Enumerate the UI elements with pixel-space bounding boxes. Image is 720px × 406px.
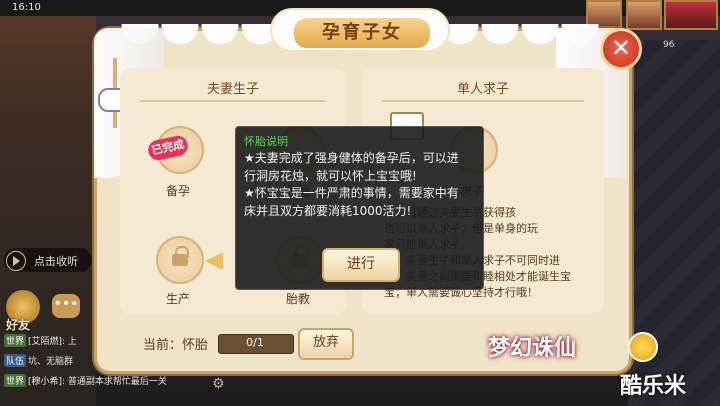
tooltip-line: 行洞房花烛，就可以怀上宝宝哦!	[244, 168, 417, 183]
tooltip-title: 怀胎说明	[244, 135, 288, 148]
current-stage-label: 当前：怀胎	[143, 334, 208, 353]
target-avatar[interactable]	[664, 0, 718, 30]
prenatal-education-label: 胎教	[286, 292, 311, 306]
close-icon[interactable]: ✕	[611, 34, 631, 62]
dialog-title: 孕育子女	[292, 16, 432, 50]
current-stage-value: 怀胎	[182, 338, 209, 353]
chat-text: 坑、无脑群	[28, 357, 74, 367]
childbirth-label: 生产	[166, 292, 191, 306]
chat-line: 世界 [艾陌燃]: 上	[4, 334, 77, 347]
tooltip-line: ★怀宝宝是一件严肃的事情，需要家中有	[244, 186, 459, 200]
divider	[382, 100, 584, 102]
chat-channel-tag: 世界	[4, 334, 27, 347]
settings-gear-icon[interactable]: ⚙	[212, 376, 225, 392]
click-collect-label: 点击收听	[34, 255, 78, 268]
brand-logo-icon	[628, 332, 658, 362]
progress-text: 0/1	[246, 336, 264, 349]
friends-label[interactable]: 好友	[6, 316, 30, 333]
lock-icon	[172, 246, 189, 266]
game-logo: 梦幻诛仙	[488, 335, 577, 361]
level-number: 96	[663, 40, 675, 50]
single-section-title: 单人求子	[456, 82, 509, 97]
tooltip-line: ★夫妻完成了强身健体的备孕后，可以进	[244, 151, 459, 165]
chat-bubble-icon[interactable]: •••	[52, 294, 80, 318]
arrow-left-icon	[205, 252, 223, 270]
chat-channel-tag: 世界	[4, 374, 27, 387]
chat-line: 世界 [穆小希]: 普通副本求帮忙最后一关	[4, 374, 167, 387]
chat-line: 队伍 坑、无脑群	[4, 354, 73, 367]
clock-text: 16:10	[12, 2, 41, 13]
give-up-button[interactable]: 放弃	[298, 328, 354, 360]
prepare-pregnancy-label: 备孕	[166, 184, 191, 198]
chat-text: [艾陌燃]: 上	[28, 337, 77, 347]
chat-channel-tag: 队伍	[4, 354, 27, 367]
party-avatar[interactable]	[626, 0, 662, 30]
tooltip-line: 床并且双方都要消耗1000活力!	[244, 203, 412, 218]
current-prefix: 当前：	[143, 338, 183, 353]
proceed-button[interactable]: 进行	[322, 248, 400, 282]
divider	[140, 100, 326, 102]
couple-section-title: 夫妻生子	[206, 82, 259, 97]
watermark: 酷乐米	[620, 374, 687, 399]
chat-text: [穆小希]: 普通副本求帮忙最后一关	[28, 377, 167, 387]
tooltip-body: ★夫妻完成了强身健体的备孕后，可以进 行洞房花烛，就可以怀上宝宝哦! ★怀宝宝是…	[244, 150, 476, 220]
close-button[interactable]: ✕	[600, 28, 642, 70]
play-icon[interactable]	[6, 251, 26, 271]
